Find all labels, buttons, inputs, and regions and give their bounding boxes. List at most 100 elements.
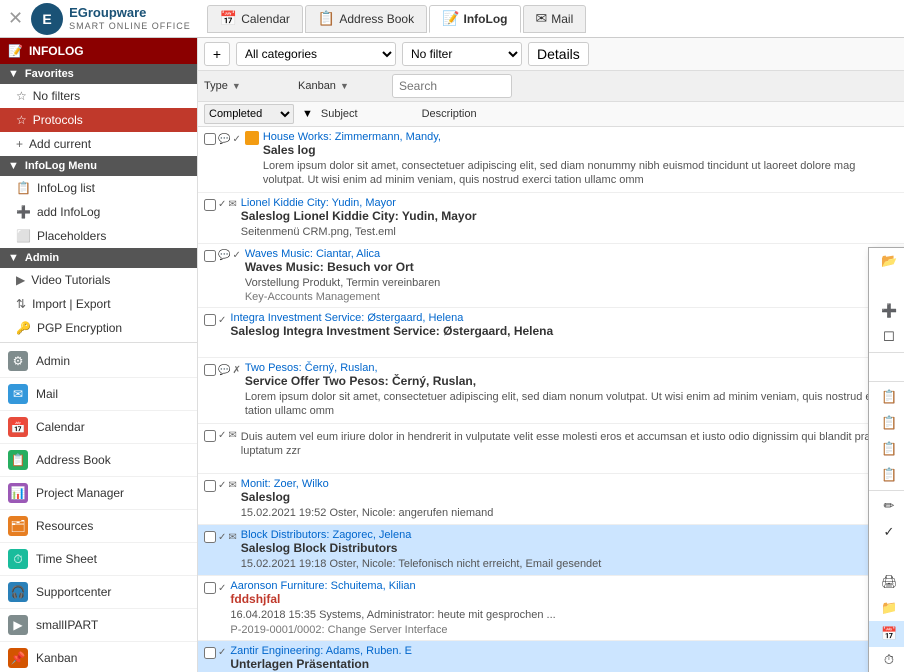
item-checkbox[interactable] [204,133,216,145]
kanban-sort-icon[interactable]: ▼ [340,81,349,91]
favorites-arrow: ▼ [8,68,19,80]
kanban-app-label: Kanban [36,651,77,665]
no-filter-select[interactable]: No filter [402,42,522,66]
ctx-copy-clipboard[interactable]: 📋 Copy to clipboard [869,384,904,410]
close-button[interactable]: ✕ [8,8,23,29]
item-checkbox[interactable] [204,430,216,442]
list-item[interactable]: 💬 ✗ Two Pesos: Černý, Ruslan, Service Of… [198,358,904,424]
sidebar-app-admin[interactable]: ⚙ Admin [0,345,197,378]
schedule-icon: 📅 [881,626,897,642]
ctx-timesheet[interactable]: ⏱ Time Sheet ▶ [869,647,904,672]
sidebar-placeholders[interactable]: ⬜ Placeholders [0,224,197,248]
status-select[interactable]: Completed [204,104,294,124]
item-status-icon2: ✉ [228,430,236,441]
copy-text-icon: 📋 [881,441,897,457]
type-sort-icon[interactable]: ▼ [232,81,241,91]
list-item[interactable]: ✓ ✉ Block Distributors: Zagorec, Jelena … [198,525,904,576]
item-status-icon: 💬 [218,365,230,376]
ctx-select-all[interactable]: Select all Ctrl+A [869,355,904,379]
item-checkbox[interactable] [204,314,216,326]
sidebar-pgp-encryption[interactable]: 🔑 PGP Encryption [0,316,197,340]
list-item[interactable]: 💬 ✓ House Works: Zimmermann, Mandy, Sale… [198,127,904,193]
item-checkbox[interactable] [204,199,216,211]
sidebar-app-calendar[interactable]: 📅 Calendar [0,411,197,444]
tab-calendar[interactable]: 📅 Calendar [207,5,303,33]
list-item[interactable]: ✓ Integra Investment Service: Østergaard… [198,308,904,358]
change-icon: ✏ [881,498,897,514]
infolog-list-label: InfoLog list [37,181,95,195]
sidebar-app-timesheet[interactable]: ⏱ Time Sheet [0,543,197,576]
admin-sub-header[interactable]: ▼ Admin [0,248,197,268]
ctx-schedule[interactable]: 📅 Schedule appointment [869,621,904,647]
ctx-copy-text[interactable]: 📋 Copy "Texte und Grafiken z..." [869,436,904,462]
tab-mail[interactable]: ✉ Mail [523,5,587,33]
item-content: Duis autem vel eum iriure dolor in hendr… [241,428,898,459]
sidebar-import-export[interactable]: ⇅ Import | Export [0,292,197,316]
type-col-header: Type ▼ [204,80,294,92]
item-status-icon: ✓ [218,315,226,326]
item-checkbox[interactable] [204,582,216,594]
mail-app-label: Mail [36,387,58,401]
sort-icon-2: ▼ [302,108,313,120]
item-body: Vorstellung Produkt, Termin vereinbaren [245,276,898,290]
sidebar-app-project[interactable]: 📊 Project Manager [0,477,197,510]
search-input[interactable] [392,74,512,98]
copy-clipboard-icon: 📋 [881,389,897,405]
list-item[interactable]: ✓ Zantir Engineering: Adams, Ruben. E Un… [198,641,904,672]
sidebar-app-kanban[interactable]: 📌 Kanban [0,642,197,672]
ctx-add[interactable]: ➕ Add ▶ [869,298,904,324]
sidebar-app-mail[interactable]: ✉ Mail [0,378,197,411]
list-item[interactable]: ✓ ✉ Duis autem vel eum iriure dolor in h… [198,424,904,474]
sidebar-video-tutorials[interactable]: ▶ Video Tutorials [0,268,197,292]
protocol-icon: ☆ [16,113,27,127]
ctx-close[interactable]: ✓ Close [869,519,904,545]
sidebar-app-smallpart[interactable]: ▶ smallIPART [0,609,197,642]
tab-addressbook[interactable]: 📋 Address Book [305,5,427,33]
ctx-separator-3 [869,490,904,491]
calendar-tab-icon: 📅 [220,10,237,27]
item-controls: 💬 ✓ [204,250,241,262]
ctx-file-manager[interactable]: 📁 File Manager [869,595,904,621]
ctx-do-not-notify[interactable]: ☐ Do not notify [869,324,904,350]
add-button[interactable]: + [204,42,230,66]
sidebar-add-infolog[interactable]: ➕ add InfoLog [0,200,197,224]
item-checkbox[interactable] [204,364,216,376]
list-icon: 📋 [16,181,31,195]
app-title: EGroupware [69,6,191,20]
list-item[interactable]: ✓ ✉ Monit: Zoer, Wilko Saleslog 15.02.20… [198,474,904,525]
categories-select[interactable]: All categories [236,42,396,66]
infolog-menu-header[interactable]: ▼ InfoLog Menu [0,156,197,176]
list-item[interactable]: 💬 ✓ Waves Music: Ciantar, Alica Waves Mu… [198,244,904,308]
item-content: Monit: Zoer, Wilko Saleslog 15.02.2021 1… [241,478,898,520]
item-status-icon: ✓ [218,480,226,491]
sidebar-add-current[interactable]: + Add current [0,132,197,156]
item-checkbox[interactable] [204,250,216,262]
item-from: Lionel Kiddie City: Yudin, Mayor [241,197,396,209]
calendar-icon: 📅 [8,417,28,437]
favorites-header[interactable]: ▼ Favorites [0,64,197,84]
sidebar-app-support[interactable]: 🎧 Supportcenter [0,576,197,609]
details-button[interactable]: Details [528,42,589,66]
sidebar-no-filters[interactable]: ☆ No filters [0,84,197,108]
tab-infolog[interactable]: 📝 InfoLog [429,5,520,33]
sidebar-infolog-list[interactable]: 📋 InfoLog list [0,176,197,200]
item-from: Two Pesos: Černý, Ruslan, [245,362,378,374]
sidebar-app-resources[interactable]: 🗂 Resources [0,510,197,543]
item-body: Lorem ipsum dolor sit amet, consectetuer… [245,390,898,419]
ctx-open[interactable]: 📂 Open [869,248,904,274]
sidebar-app-addressbook[interactable]: 📋 Address Book [0,444,197,477]
item-checkbox[interactable] [204,531,216,543]
kanban-label: Kanban [298,80,336,92]
list-item[interactable]: ✓ ✉ Lionel Kiddie City: Yudin, Mayor Sal… [198,193,904,244]
ctx-add-clipboard[interactable]: 📋 Add to clipboard [869,410,904,436]
item-body: Seitenmenü CRM.png, Test.eml [241,225,898,239]
item-color-badge [245,131,259,145]
item-checkbox[interactable] [204,647,216,659]
list-item[interactable]: ✓ Aaronson Furniture: Schuitema, Kilian … [198,576,904,640]
add-current-icon: + [16,137,23,151]
ctx-print[interactable]: 🖨 Print [869,569,904,595]
item-from: Aaronson Furniture: Schuitema, Kilian [230,580,415,592]
sidebar-protocols[interactable]: ☆ Protocols [0,108,197,132]
ctx-change[interactable]: ✏ Change ▶ [869,493,904,519]
item-checkbox[interactable] [204,480,216,492]
